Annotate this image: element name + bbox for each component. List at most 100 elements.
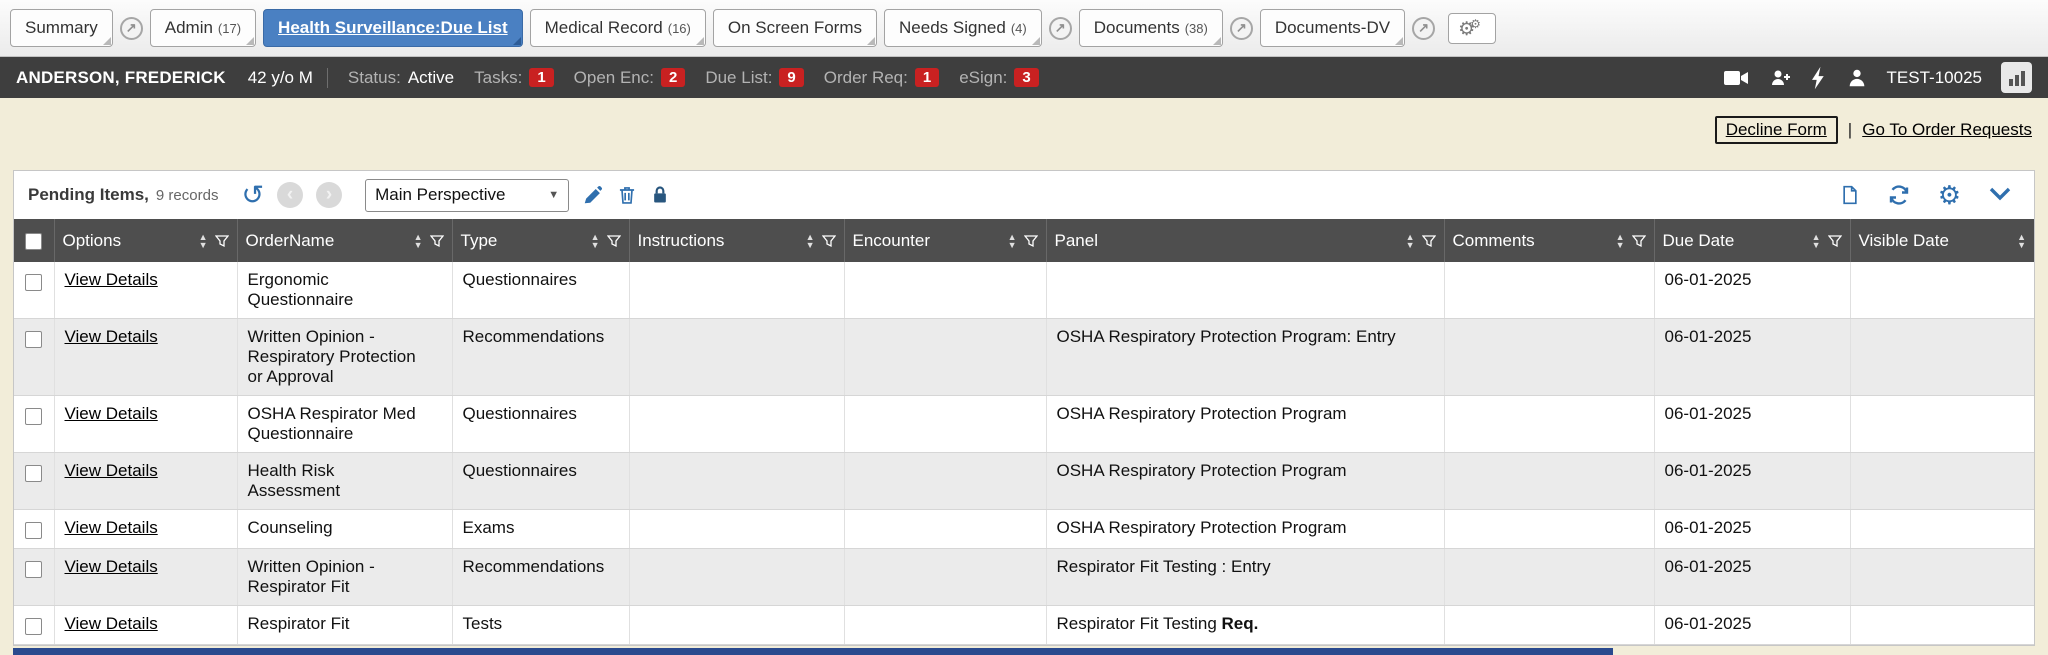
cell-order-name: Counseling [237, 510, 452, 549]
filter-icon[interactable] [215, 234, 229, 248]
refresh-icon[interactable] [1887, 183, 1911, 207]
tab-documents-dv[interactable]: Documents-DV [1260, 9, 1405, 47]
table-row[interactable]: View Details Respirator Fit Tests Respir… [14, 606, 2034, 645]
lock-icon[interactable] [650, 184, 670, 206]
stat-due-list: Due List: 9 [705, 68, 803, 88]
cell-encounter [844, 510, 1046, 549]
table-row[interactable]: View Details Written Opinion - Respirato… [14, 319, 2034, 396]
tab-needs-signed[interactable]: Needs Signed (4) [884, 9, 1042, 47]
tab-documents[interactable]: Documents (38) [1079, 9, 1223, 47]
filter-icon[interactable] [430, 234, 444, 248]
tab-on-screen-forms[interactable]: On Screen Forms [713, 9, 877, 47]
tab-label: Needs Signed [899, 18, 1006, 38]
column-header-due-date[interactable]: Due Date [1663, 231, 1735, 251]
view-details-link[interactable]: View Details [65, 270, 158, 289]
sort-icon[interactable]: ▲▼ [1406, 233, 1415, 249]
sort-icon[interactable]: ▲▼ [414, 233, 423, 249]
popout-icon[interactable]: ↗ [1049, 17, 1072, 40]
sort-icon[interactable]: ▲▼ [806, 233, 815, 249]
esign-badge[interactable]: 3 [1014, 68, 1038, 87]
table-row[interactable]: View Details Written Opinion - Respirato… [14, 549, 2034, 606]
cell-type: Recommendations [452, 549, 629, 606]
decline-form-link[interactable]: Decline Form [1726, 120, 1827, 139]
pending-items-table: Options ▲▼ OrderName ▲▼ Type ▲▼ Instruction… [14, 219, 2034, 645]
cell-type: Tests [452, 606, 629, 645]
edit-icon[interactable] [582, 184, 604, 206]
row-checkbox[interactable] [25, 274, 42, 291]
add-user-icon[interactable] [1769, 66, 1793, 90]
sort-icon[interactable]: ▲▼ [1008, 233, 1017, 249]
settings-gear-icon[interactable]: ⚙ [1938, 182, 1961, 208]
sort-icon[interactable]: ▲▼ [591, 233, 600, 249]
view-details-link[interactable]: View Details [65, 557, 158, 576]
row-checkbox[interactable] [25, 618, 42, 635]
order-req-badge[interactable]: 1 [915, 68, 939, 87]
view-details-link[interactable]: View Details [65, 327, 158, 346]
table-row[interactable]: View Details Ergonomic Questionnaire Que… [14, 262, 2034, 319]
forward-icon[interactable]: › [316, 182, 342, 208]
undo-icon[interactable]: ↺ [241, 182, 264, 209]
tasks-badge[interactable]: 1 [529, 68, 553, 87]
tab-bar: Summary ↗ Admin (17) Health Surveillance… [0, 0, 2048, 57]
back-icon[interactable]: ‹ [277, 182, 303, 208]
video-camera-icon[interactable] [1722, 68, 1750, 88]
perspective-select[interactable]: Main Perspective ▼ [365, 179, 569, 212]
view-details-link[interactable]: View Details [65, 404, 158, 423]
row-checkbox[interactable] [25, 331, 42, 348]
select-all-checkbox[interactable] [25, 233, 42, 250]
due-list-badge[interactable]: 9 [779, 68, 803, 87]
tab-settings-button[interactable]: ⚙⚙ [1448, 13, 1496, 44]
tab-medical-record[interactable]: Medical Record (16) [530, 9, 706, 47]
table-row[interactable]: View Details Counseling Exams OSHA Respi… [14, 510, 2034, 549]
collapse-chevron-icon[interactable] [1988, 186, 2012, 204]
sort-icon[interactable]: ▲▼ [1812, 233, 1821, 249]
sort-icon[interactable]: ▲▼ [199, 233, 208, 249]
bar-chart-icon[interactable] [2001, 62, 2032, 93]
lightning-icon[interactable] [1812, 66, 1827, 90]
filter-icon[interactable] [1024, 234, 1038, 248]
trash-icon[interactable] [617, 184, 637, 206]
table-row[interactable]: View Details Health Risk Assessment Ques… [14, 453, 2034, 510]
column-header-encounter[interactable]: Encounter [853, 231, 931, 251]
view-details-link[interactable]: View Details [65, 518, 158, 537]
sort-icon[interactable]: ▲▼ [1616, 233, 1625, 249]
popout-icon[interactable]: ↗ [120, 17, 143, 40]
horizontal-scrollbar[interactable] [13, 648, 1613, 655]
table-row[interactable]: View Details OSHA Respirator Med Questio… [14, 396, 2034, 453]
filter-icon[interactable] [607, 234, 621, 248]
cell-order-name: Written Opinion - Respirator Fit [237, 549, 452, 606]
cell-instructions [629, 319, 844, 396]
column-header-panel[interactable]: Panel [1055, 231, 1098, 251]
filter-icon[interactable] [1828, 234, 1842, 248]
document-icon[interactable] [1840, 183, 1860, 207]
column-header-ordername[interactable]: OrderName [246, 231, 335, 251]
row-checkbox[interactable] [25, 561, 42, 578]
row-checkbox[interactable] [25, 408, 42, 425]
view-details-link[interactable]: View Details [65, 461, 158, 480]
tab-summary[interactable]: Summary [10, 9, 113, 47]
popout-icon[interactable]: ↗ [1412, 17, 1435, 40]
filter-icon[interactable] [822, 234, 836, 248]
row-checkbox[interactable] [25, 465, 42, 482]
tab-admin[interactable]: Admin (17) [150, 9, 256, 47]
filter-icon[interactable] [1632, 234, 1646, 248]
cell-encounter [844, 453, 1046, 510]
column-header-comments[interactable]: Comments [1453, 231, 1535, 251]
decline-form-button[interactable]: Decline Form [1715, 116, 1838, 144]
open-enc-badge[interactable]: 2 [661, 68, 685, 87]
column-header-instructions[interactable]: Instructions [638, 231, 725, 251]
column-header-visible-date[interactable]: Visible Date [1859, 231, 1949, 251]
view-details-link[interactable]: View Details [65, 614, 158, 633]
grid-title: Pending Items, [28, 185, 149, 205]
go-to-order-requests-link[interactable]: Go To Order Requests [1862, 120, 2032, 140]
column-header-options[interactable]: Options [63, 231, 122, 251]
cell-panel: OSHA Respiratory Protection Program [1046, 510, 1444, 549]
popout-icon[interactable]: ↗ [1230, 17, 1253, 40]
gear-icon: ⚙ [1470, 17, 1481, 31]
row-checkbox[interactable] [25, 522, 42, 539]
sort-icon[interactable]: ▲▼ [2017, 233, 2026, 249]
tab-health-surveillance-due-list[interactable]: Health Surveillance:Due List [263, 9, 523, 47]
filter-icon[interactable] [1422, 234, 1436, 248]
cell-visible-date [1850, 319, 2034, 396]
column-header-type[interactable]: Type [461, 231, 498, 251]
